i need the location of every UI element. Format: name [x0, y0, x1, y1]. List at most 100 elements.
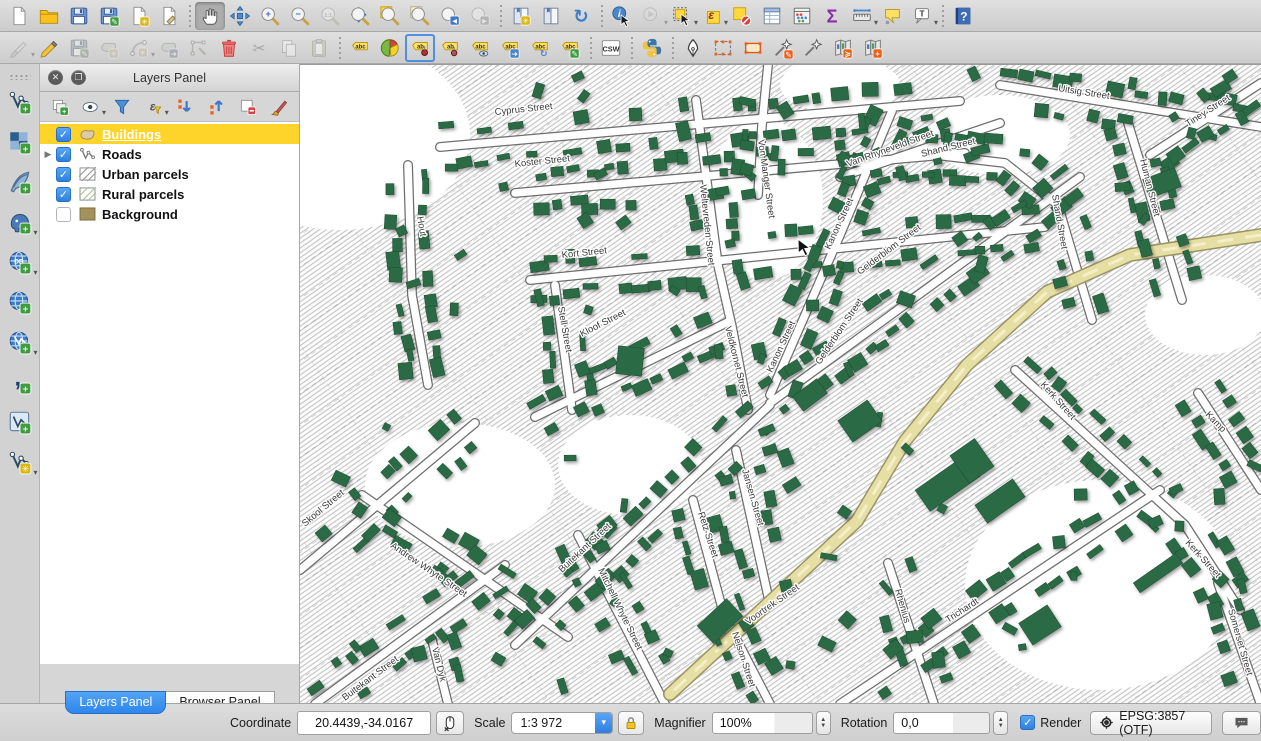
delete-selected-button[interactable] — [214, 34, 244, 62]
python-console-button[interactable] — [637, 34, 667, 62]
paste-features-button[interactable] — [304, 34, 334, 62]
pointer-wand-button[interactable]: ✎ — [768, 34, 798, 62]
layer-row-background[interactable]: Background — [40, 204, 299, 224]
metasearch-button[interactable]: CSW — [596, 34, 626, 62]
messages-button[interactable] — [1222, 711, 1261, 735]
new-project-button[interactable] — [4, 2, 34, 30]
zoom-last-button[interactable]: ◄ — [435, 2, 465, 30]
layer-visibility-checkbox[interactable]: ✓ — [56, 147, 71, 162]
new-from-template-button[interactable]: ✳ — [124, 2, 154, 30]
add-feature-button[interactable]: ✳ — [94, 34, 124, 62]
statistics-button[interactable]: Σ — [817, 2, 847, 30]
move-label-button[interactable]: abc➜ — [495, 34, 525, 62]
select-by-expression-button[interactable]: ε▾ — [697, 2, 727, 30]
disclosure-triangle-icon[interactable]: ▶ — [40, 149, 56, 160]
filter-legend-button[interactable] — [108, 94, 136, 120]
zoom-to-layer-button[interactable] — [375, 2, 405, 30]
project-properties-button[interactable] — [154, 2, 184, 30]
layer-visibility-checkbox[interactable]: ✓ — [56, 127, 71, 142]
measure-button[interactable]: ▾ — [847, 2, 877, 30]
crs-status-button[interactable]: EPSG:3857 (OTF) — [1090, 711, 1212, 735]
show-hide-labels-button[interactable]: abc — [465, 34, 495, 62]
deselect-all-button[interactable] — [727, 2, 757, 30]
new-bookmark-button[interactable]: ✳ — [506, 2, 536, 30]
layer-visibility-checkbox[interactable]: ✓ — [56, 187, 71, 202]
zoom-next-button[interactable]: ► — [465, 2, 495, 30]
zoom-full-button[interactable] — [345, 2, 375, 30]
pan-map-button[interactable] — [195, 2, 225, 30]
stepper-icon[interactable]: ▲▼ — [993, 711, 1008, 735]
rotation-spinbox[interactable]: 0,0 ▲▼ — [893, 711, 1008, 735]
set-extent-button[interactable] — [738, 34, 768, 62]
zoom-to-selection-button[interactable] — [405, 2, 435, 30]
layer-diagram-button[interactable] — [375, 34, 405, 62]
atlas-add-button[interactable]: + — [858, 34, 888, 62]
labeling-button[interactable]: abc — [345, 34, 375, 62]
render-checkbox[interactable]: ✓ — [1020, 715, 1035, 730]
copy-features-button[interactable] — [274, 34, 304, 62]
open-project-button[interactable] — [34, 2, 64, 30]
remove-layer-button[interactable] — [234, 94, 262, 120]
cut-features-button[interactable]: ✂ — [244, 34, 274, 62]
highlight-pinned-labels-button[interactable]: ab — [405, 34, 435, 62]
coordinate-input[interactable] — [297, 711, 431, 735]
save-layer-edits-button[interactable]: ✎ — [64, 34, 94, 62]
add-raster-layer-button[interactable]: + — [3, 124, 37, 160]
field-calculator-button[interactable] — [787, 2, 817, 30]
pan-to-selection-button[interactable] — [225, 2, 255, 30]
save-project-button[interactable] — [64, 2, 94, 30]
mouse-position-toggle[interactable] — [436, 711, 464, 735]
map-tips-button[interactable] — [877, 2, 907, 30]
toggle-editing-button[interactable] — [34, 34, 64, 62]
expand-all-button[interactable] — [171, 94, 199, 120]
magnifier-spinbox[interactable]: 100% ▲▼ — [712, 711, 831, 735]
select-region-button[interactable] — [708, 34, 738, 62]
layer-row-rural-parcels[interactable]: ✓Rural parcels — [40, 184, 299, 204]
identify-button[interactable]: i — [607, 2, 637, 30]
layer-row-urban-parcels[interactable]: ✓Urban parcels — [40, 164, 299, 184]
current-edits-button[interactable]: ▾ — [4, 34, 34, 62]
tab-layers-panel[interactable]: Layers Panel — [65, 691, 166, 714]
node-tool-button[interactable] — [184, 34, 214, 62]
stepper-icon[interactable]: ▲▼ — [816, 711, 831, 735]
help-button[interactable]: ? — [948, 2, 978, 30]
layer-visibility-button[interactable]: ▾ — [77, 94, 105, 120]
add-circular-string-button[interactable]: ✳▾ — [124, 34, 154, 62]
rotate-label-button[interactable]: abc↻ — [525, 34, 555, 62]
layer-row-roads[interactable]: ▶✓Roads — [40, 144, 299, 164]
layer-row-buildings[interactable]: ✓Buildings — [40, 124, 299, 144]
save-project-as-button[interactable]: ✎ — [94, 2, 124, 30]
new-layer-button[interactable]: ✳▾ — [3, 444, 37, 480]
zoom-out-button[interactable]: − — [285, 2, 315, 30]
add-delimited-text-button[interactable]: ,+ — [3, 364, 37, 400]
text-annotation-button[interactable]: T▾ — [907, 2, 937, 30]
scale-lock-button[interactable] — [618, 711, 644, 735]
add-vector-layer-button[interactable]: + — [3, 84, 37, 120]
feature-action-button[interactable]: ▾ — [637, 2, 667, 30]
map-canvas[interactable]: Cyprus StreetKoster StreetKort StreetHou… — [300, 64, 1261, 703]
zoom-native-button[interactable]: 1:1 — [315, 2, 345, 30]
refresh-button[interactable]: ↻ — [566, 2, 596, 30]
collapse-all-button[interactable] — [203, 94, 231, 120]
filter-expression-button[interactable]: ε▾ — [140, 94, 168, 120]
atlas-export-button[interactable]: ≽ — [828, 34, 858, 62]
add-wfs-layer-button[interactable]: +▾ — [3, 324, 37, 360]
move-feature-button[interactable]: ➜ — [154, 34, 184, 62]
show-bookmarks-button[interactable] — [536, 2, 566, 30]
change-label-button[interactable]: abc✎ — [555, 34, 585, 62]
scale-combo[interactable]: 1:3 972 ▾ — [511, 712, 613, 734]
layer-visibility-checkbox[interactable]: ✓ — [56, 167, 71, 182]
simple-wand-button[interactable] — [798, 34, 828, 62]
add-postgis-layer-button[interactable]: +▾ — [3, 204, 37, 240]
add-db-layer-button[interactable]: DB+▾ — [3, 244, 37, 280]
add-spatialite-layer-button[interactable]: + — [3, 164, 37, 200]
add-group-button[interactable]: + — [46, 94, 74, 120]
zoom-in-button[interactable]: + — [255, 2, 285, 30]
pin-labels-button[interactable]: ab — [435, 34, 465, 62]
style-brush-button[interactable] — [265, 94, 293, 120]
touch-digitize-button[interactable] — [678, 34, 708, 62]
attribute-table-button[interactable] — [757, 2, 787, 30]
new-shapefile-layer-button[interactable]: + — [3, 404, 37, 440]
add-wms-layer-button[interactable]: + — [3, 284, 37, 320]
layer-visibility-checkbox[interactable] — [56, 207, 71, 222]
